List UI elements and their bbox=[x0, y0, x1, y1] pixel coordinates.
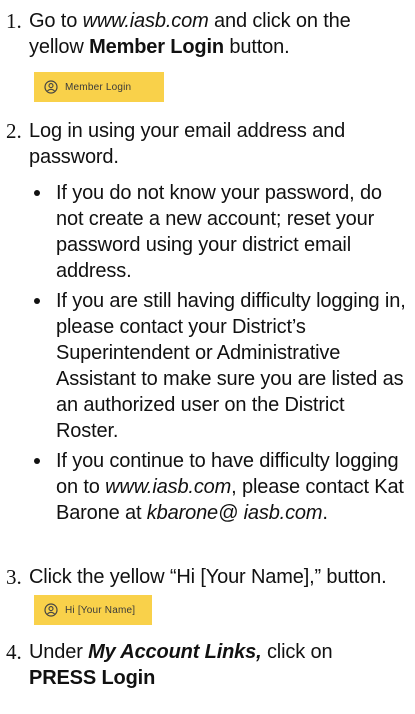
step-3: 3. Click the yellow “Hi [Your Name],” bu… bbox=[0, 564, 410, 590]
step-4: 4. Under My Account Links, click on PRES… bbox=[0, 639, 410, 691]
instructions-document: 1. Go to www.iasb.com and click on the y… bbox=[0, 0, 415, 714]
step-text: Click the yellow “Hi [Your Name],” butto… bbox=[29, 566, 387, 588]
user-circle-icon bbox=[44, 80, 58, 94]
step-number: 3. bbox=[6, 565, 22, 589]
list-item: If you continue to have difficulty loggi… bbox=[0, 448, 410, 526]
email-link[interactable]: kbarone@ iasb.com bbox=[147, 502, 323, 524]
member-login-button[interactable]: Member Login bbox=[34, 72, 164, 102]
step-number: 2. bbox=[6, 119, 22, 143]
bullet-list: If you do not know your password, do not… bbox=[0, 180, 410, 530]
user-circle-icon bbox=[44, 603, 58, 617]
step-text: Under My Account Links, click on PRESS L… bbox=[29, 641, 333, 689]
hi-your-name-button[interactable]: Hi [Your Name] bbox=[34, 595, 152, 625]
step-number: 1. bbox=[6, 9, 22, 33]
button-label: Hi [Your Name] bbox=[65, 604, 136, 616]
step-text: Go to www.iasb.com and click on the yell… bbox=[29, 10, 351, 58]
website-link[interactable]: www.iasb.com bbox=[83, 10, 209, 32]
step-1: 1. Go to www.iasb.com and click on the y… bbox=[0, 8, 410, 60]
bold-italic-label: My Account Links, bbox=[88, 641, 262, 663]
button-label: Member Login bbox=[65, 81, 132, 93]
list-item: If you are still having difficulty loggi… bbox=[0, 288, 410, 444]
step-text: Log in using your email address and pass… bbox=[29, 120, 346, 168]
step-number: 4. bbox=[6, 640, 22, 664]
step-2: 2. Log in using your email address and p… bbox=[0, 118, 410, 170]
bold-label: PRESS Login bbox=[29, 667, 156, 689]
website-link[interactable]: www.iasb.com bbox=[105, 476, 231, 498]
list-item: If you do not know your password, do not… bbox=[0, 180, 410, 284]
bold-label: Member Login bbox=[89, 36, 224, 58]
